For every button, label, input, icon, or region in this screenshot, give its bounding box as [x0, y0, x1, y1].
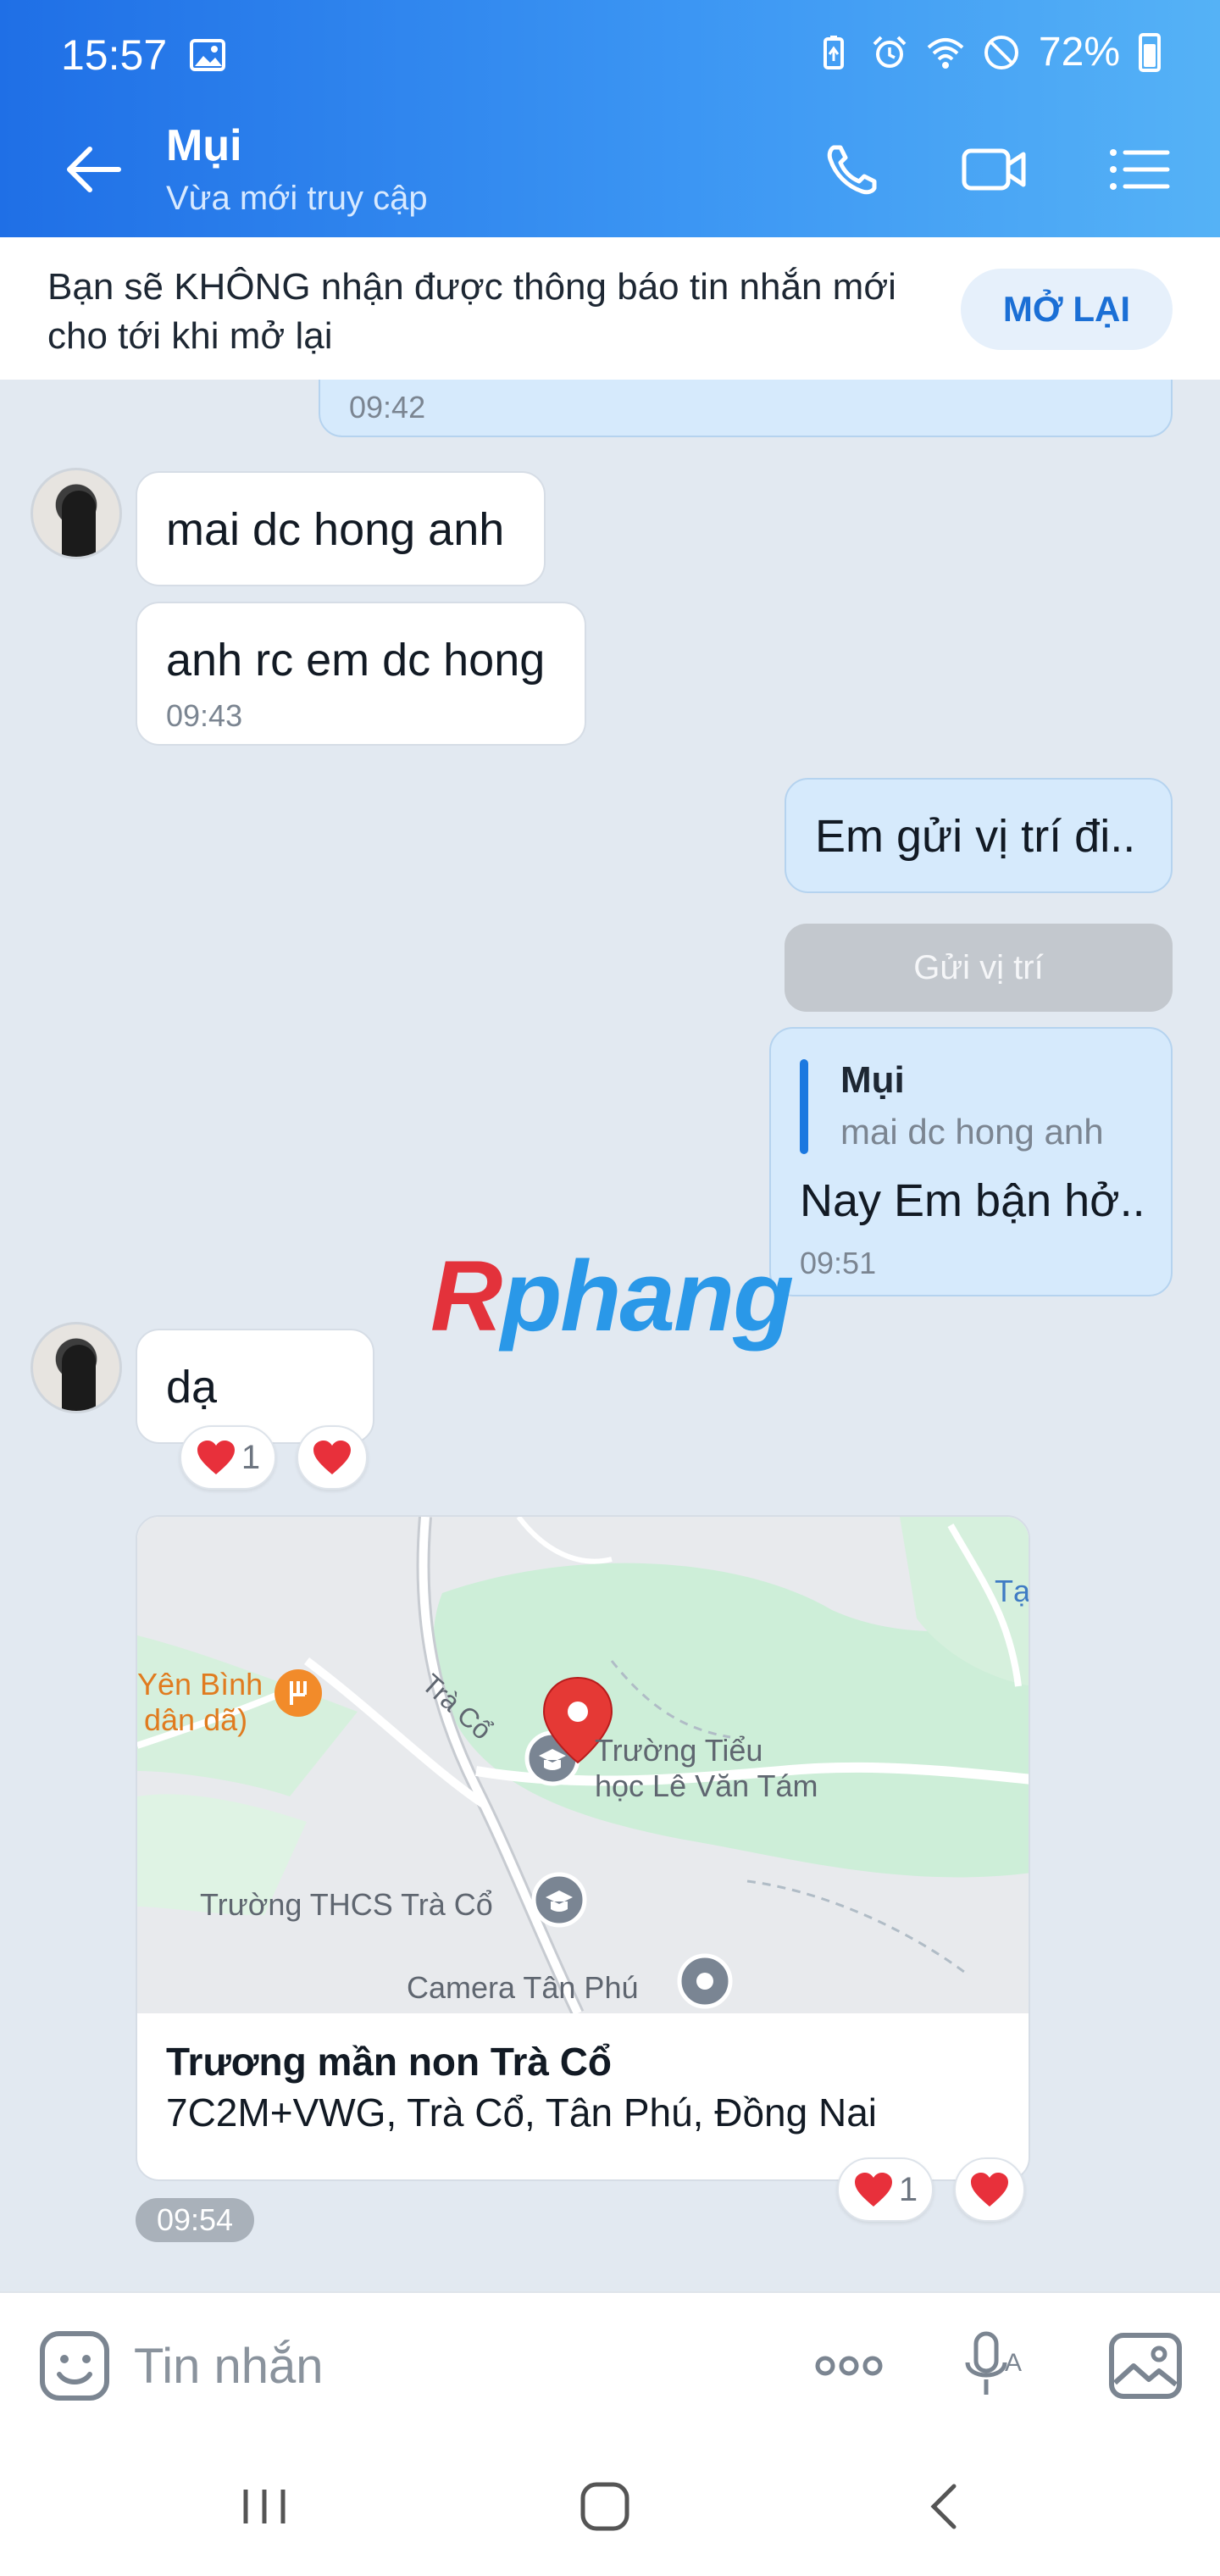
menu-list-icon[interactable]: [1105, 139, 1173, 200]
contact-name[interactable]: Mụi: [166, 120, 242, 171]
map-label: Trường Tiểu: [595, 1733, 762, 1768]
message-input-bar: A: [0, 2291, 1220, 2435]
message-time-pill: 09:54: [136, 2198, 254, 2242]
map-label: dân dã): [144, 1702, 247, 1737]
back-arrow-icon[interactable]: [59, 139, 127, 200]
location-card[interactable]: Trường Tiểu học Lê Văn Tám Trường THCS T…: [136, 1515, 1030, 2181]
contact-avatar[interactable]: [30, 468, 122, 559]
reaction-count: 1: [898, 2170, 918, 2208]
phone-call-icon[interactable]: [818, 139, 886, 200]
message-text: Nay Em bận hở..: [800, 1175, 1145, 1226]
status-icons: 72%: [815, 29, 1161, 75]
quote-text: mai dc hong anh: [840, 1112, 1104, 1152]
quote-author: Mụi: [840, 1059, 905, 1101]
react-heart-button[interactable]: [954, 2157, 1025, 2222]
do-not-disturb-icon: [984, 35, 1018, 69]
image-picker-icon[interactable]: [1106, 2327, 1184, 2405]
alarm-icon: [873, 36, 907, 68]
svg-text:A: A: [1005, 2349, 1022, 2377]
contact-status: Vừa mới truy cập: [166, 180, 428, 217]
back-icon[interactable]: [912, 2473, 979, 2540]
wifi-icon: [927, 37, 964, 69]
notification-notice: Bạn sẽ KHÔNG nhận được thông báo tin nhắ…: [0, 237, 1220, 380]
map-label: Tạ: [995, 1574, 1030, 1608]
home-icon[interactable]: [571, 2473, 639, 2540]
message-input[interactable]: [134, 2335, 727, 2396]
contact-avatar[interactable]: [30, 1322, 122, 1413]
message-time: 09:42: [349, 390, 426, 425]
message-bubble-incoming[interactable]: mai dc hong anh: [136, 471, 546, 586]
status-time: 15:57: [61, 31, 168, 79]
location-address: 7C2M+VWG, Trà Cổ, Tân Phú, Đồng Nai: [166, 2090, 878, 2135]
chat-header: Mụi Vừa mới truy cập: [0, 95, 1220, 237]
status-bar: 15:57 72%: [0, 0, 1220, 95]
reopen-button[interactable]: MỞ LẠI: [961, 269, 1173, 350]
message-text: dạ: [166, 1362, 218, 1413]
map-label: Yên Bình: [137, 1667, 263, 1702]
location-title: Trương mần non Trà Cổ: [166, 2040, 613, 2084]
react-heart-button[interactable]: [297, 1425, 368, 1490]
message-bubble-reply[interactable]: Mụi mai dc hong anh Nay Em bận hở.. 09:5…: [769, 1027, 1173, 1296]
recent-apps-icon[interactable]: [230, 2473, 298, 2540]
message-time: 09:43: [166, 698, 243, 733]
quote-indicator: [800, 1059, 808, 1154]
map-label: Camera Tân Phú: [407, 1970, 638, 2005]
message-bubble-incoming[interactable]: anh rc em dc hong 09:43: [136, 602, 586, 746]
battery-icon: [1139, 32, 1161, 72]
video-call-icon[interactable]: [961, 139, 1029, 200]
heart-icon: [854, 2173, 892, 2207]
message-text: Em gửi vị trí đi..: [815, 811, 1136, 862]
reaction-count: 1: [241, 1438, 261, 1476]
heart-icon: [313, 1441, 351, 1474]
battery-percent: 72%: [1038, 30, 1120, 75]
top-bar: 15:57 72% Mụi Vừa mới truy cập: [0, 0, 1220, 237]
share-location-button[interactable]: Gửi vị trí: [785, 924, 1173, 1012]
reaction-summary[interactable]: 1: [180, 1425, 276, 1490]
message-text: anh rc em dc hong: [166, 635, 546, 686]
reaction-summary[interactable]: 1: [837, 2157, 934, 2222]
sticker-icon[interactable]: [37, 2329, 112, 2403]
map-preview[interactable]: Trường Tiểu học Lê Văn Tám Trường THCS T…: [137, 1517, 1030, 2013]
message-bubble-outgoing[interactable]: Em gửi vị trí đi..: [785, 778, 1173, 893]
watermark: Rphang: [430, 1241, 794, 1352]
system-navigation-bar: [0, 2435, 1220, 2576]
notice-text: Bạn sẽ KHÔNG nhận được thông báo tin nhắ…: [47, 266, 896, 357]
message-text: mai dc hong anh: [166, 504, 505, 555]
heart-icon: [971, 2173, 1008, 2207]
more-options-icon[interactable]: [810, 2327, 888, 2405]
chat-area[interactable]: 09:42 mai dc hong anh anh rc em dc hong …: [0, 380, 1220, 2291]
map-label: Trường THCS Trà Cổ: [200, 1887, 493, 1922]
image-notification-icon: [190, 39, 225, 71]
message-time: 09:51: [800, 1246, 877, 1280]
message-bubble-outgoing[interactable]: 09:42: [319, 380, 1173, 437]
map-label: học Lê Văn Tám: [595, 1768, 818, 1803]
heart-icon: [197, 1441, 235, 1474]
voice-to-text-icon[interactable]: A: [957, 2327, 1035, 2405]
battery-saver-icon: [823, 35, 844, 69]
